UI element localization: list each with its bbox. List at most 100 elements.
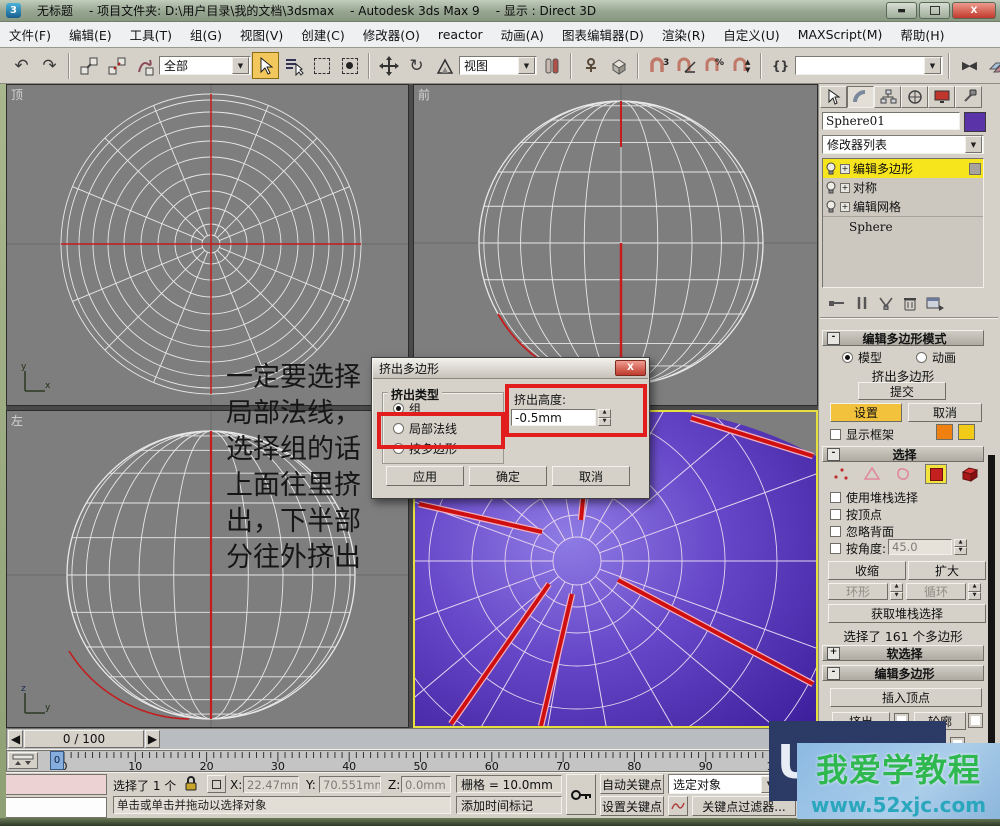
angle-snap-icon[interactable] bbox=[672, 52, 699, 79]
outline-settings-box[interactable] bbox=[968, 713, 983, 728]
collapse-icon[interactable]: - bbox=[827, 667, 840, 680]
window-titlebar[interactable]: 3 无标题 - 项目文件夹: D:\用户目录\我的文档\3dsmax - Aut… bbox=[0, 0, 1000, 22]
vertex-subobject-icon[interactable] bbox=[832, 466, 850, 482]
by-angle-checkbox[interactable]: 按角度: bbox=[830, 540, 886, 557]
use-stack-selection-checkbox[interactable]: 使用堆栈选择 bbox=[830, 489, 918, 506]
polygon-subobject-icon-active[interactable] bbox=[925, 464, 947, 484]
chevron-down-icon[interactable]: ▼ bbox=[232, 57, 249, 74]
get-stack-selection-button[interactable]: 获取堆栈选择 bbox=[828, 604, 986, 623]
rollout-edit-polygons[interactable]: -编辑多边形 bbox=[822, 665, 984, 681]
mini-curve-editor-icon[interactable] bbox=[8, 752, 38, 769]
redo-icon[interactable]: ↷ bbox=[36, 52, 63, 79]
lightbulb-icon[interactable] bbox=[825, 162, 837, 176]
menu-item-modifiers[interactable]: 修改器(O) bbox=[354, 25, 429, 44]
use-pivot-center-icon[interactable] bbox=[538, 52, 565, 79]
rotate-tool[interactable]: ↻ bbox=[403, 52, 430, 79]
object-name-field[interactable]: Sphere01 bbox=[822, 112, 960, 130]
keyframe-toggle-button[interactable] bbox=[566, 774, 596, 815]
modifier-list-dropdown[interactable]: 修改器列表 ▼ bbox=[822, 135, 984, 154]
ignore-backfacing-checkbox[interactable]: 忽略背面 bbox=[830, 523, 894, 540]
menu-item-help[interactable]: 帮助(H) bbox=[891, 25, 953, 44]
top-viewport-wireframe[interactable] bbox=[7, 85, 409, 406]
x-coordinate-field[interactable]: 22.47mm bbox=[243, 776, 299, 793]
percent-snap-icon[interactable]: % bbox=[700, 52, 727, 79]
commit-button[interactable]: 提交 bbox=[858, 382, 946, 400]
menu-item-tools[interactable]: 工具(T) bbox=[121, 25, 181, 44]
settings-button[interactable]: 设置 bbox=[830, 403, 902, 422]
menu-item-create[interactable]: 创建(C) bbox=[292, 25, 353, 44]
select-link-icon[interactable] bbox=[75, 52, 102, 79]
time-slider-handle[interactable]: 0 / 100 bbox=[24, 730, 144, 748]
loop-spinner[interactable]: ▲▼ bbox=[968, 583, 981, 600]
chevron-down-icon[interactable]: ▼ bbox=[924, 57, 941, 74]
cage-color-swatch[interactable] bbox=[936, 424, 953, 440]
select-manipulate-icon[interactable] bbox=[577, 52, 604, 79]
selection-filter-combo[interactable]: 全部 ▼ bbox=[159, 56, 251, 75]
viewport-top-label[interactable]: 顶 bbox=[11, 86, 23, 103]
cancel-button[interactable]: 取消 bbox=[552, 466, 630, 486]
tab-motion[interactable] bbox=[901, 86, 928, 108]
expand-plus-icon[interactable]: + bbox=[840, 183, 850, 193]
radio-model[interactable]: 模型 bbox=[842, 349, 882, 366]
edge-subobject-icon[interactable] bbox=[863, 466, 881, 482]
apply-button[interactable]: 应用 bbox=[386, 466, 464, 486]
configure-modifier-sets-icon[interactable] bbox=[926, 296, 944, 311]
y-coordinate-field[interactable]: 70.551mm bbox=[319, 776, 381, 793]
cage-selected-color-swatch[interactable] bbox=[958, 424, 975, 440]
chevron-down-icon[interactable]: ▼ bbox=[965, 136, 982, 153]
mirror-icon[interactable]: ▶◀ bbox=[955, 52, 982, 79]
unlink-icon[interactable] bbox=[103, 52, 130, 79]
insert-vertex-button[interactable]: 插入顶点 bbox=[830, 688, 982, 707]
close-button[interactable]: X bbox=[952, 2, 996, 19]
rollout-soft-selection[interactable]: +软选择 bbox=[822, 645, 984, 661]
remove-modifier-icon[interactable] bbox=[903, 296, 917, 311]
menu-item-file[interactable]: 文件(F) bbox=[0, 25, 60, 44]
element-subobject-icon[interactable] bbox=[960, 466, 980, 483]
make-unique-icon[interactable] bbox=[878, 296, 894, 310]
viewport-top[interactable]: 顶 yx bbox=[6, 84, 409, 406]
pin-stack-icon[interactable] bbox=[828, 296, 846, 310]
expand-icon[interactable]: + bbox=[827, 647, 840, 660]
menu-item-views[interactable]: 视图(V) bbox=[231, 25, 292, 44]
layers-box-icon[interactable] bbox=[605, 52, 632, 79]
named-selection-icon[interactable]: {} bbox=[767, 52, 794, 79]
minimize-button[interactable]: ▬ bbox=[886, 2, 917, 19]
angle-spinner[interactable]: ▲▼ bbox=[954, 539, 967, 555]
crossing-region-icon[interactable] bbox=[336, 52, 363, 79]
viewport-front-label[interactable]: 前 bbox=[418, 86, 430, 103]
spinner-snap-icon[interactable]: ▲▼ bbox=[728, 52, 755, 79]
tab-utilities[interactable] bbox=[955, 86, 982, 108]
loop-button[interactable]: 循环 bbox=[906, 583, 966, 600]
angle-value-field[interactable]: 45.0 bbox=[888, 539, 952, 555]
menu-item-reactor[interactable]: reactor bbox=[429, 27, 492, 42]
by-vertex-checkbox[interactable]: 按顶点 bbox=[830, 506, 882, 523]
menu-item-graph-editors[interactable]: 图表编辑器(D) bbox=[553, 25, 653, 44]
maxscript-listener-pink[interactable] bbox=[3, 774, 107, 795]
lightbulb-icon[interactable] bbox=[825, 181, 837, 195]
rollout-selection[interactable]: -选择 bbox=[822, 446, 984, 462]
expand-plus-icon[interactable]: + bbox=[840, 202, 850, 212]
menu-item-animation[interactable]: 动画(A) bbox=[492, 25, 553, 44]
bind-spacewarp-icon[interactable] bbox=[131, 52, 158, 79]
track-bar[interactable]: 0102030405060708090100 bbox=[6, 750, 818, 772]
add-time-tag[interactable]: 添加时间标记 bbox=[456, 796, 562, 814]
object-color-swatch[interactable] bbox=[964, 112, 986, 132]
snap-3d-icon[interactable]: 3 bbox=[644, 52, 671, 79]
chevron-down-icon[interactable]: ▼ bbox=[518, 57, 535, 74]
menu-item-group[interactable]: 组(G) bbox=[181, 25, 231, 44]
auto-key-button[interactable]: 自动关键点 bbox=[600, 774, 664, 794]
z-coordinate-field[interactable]: 0.0mm bbox=[401, 776, 451, 793]
menu-item-customize[interactable]: 自定义(U) bbox=[714, 25, 788, 44]
collapse-icon[interactable]: - bbox=[827, 448, 840, 461]
show-end-result-icon[interactable] bbox=[855, 296, 869, 310]
stack-item-edit-poly[interactable]: + 编辑多边形 bbox=[823, 159, 983, 178]
prev-frame-button[interactable]: ◀ bbox=[8, 730, 23, 748]
stack-item-edit-mesh[interactable]: + 编辑网格 bbox=[823, 197, 983, 216]
viewport-left-label[interactable]: 左 bbox=[11, 412, 23, 429]
move-tool[interactable] bbox=[375, 52, 402, 79]
selection-lock-icon[interactable] bbox=[184, 775, 198, 792]
next-frame-button[interactable]: ▶ bbox=[145, 730, 160, 748]
timeline-marker[interactable]: 0 bbox=[50, 751, 64, 770]
tab-modify[interactable] bbox=[847, 86, 874, 108]
tab-display[interactable] bbox=[928, 86, 955, 108]
